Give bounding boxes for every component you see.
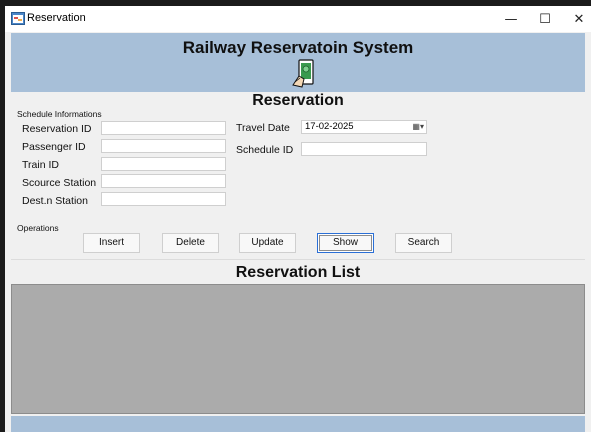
- reservation-id-input[interactable]: [101, 121, 226, 135]
- travel-date-value: 17-02-2025: [305, 121, 354, 132]
- reservation-list-grid[interactable]: [11, 284, 585, 414]
- source-station-label: Scource Station: [22, 177, 97, 189]
- train-id-label: Train ID: [22, 159, 59, 171]
- source-station-input[interactable]: [101, 174, 226, 188]
- schedule-group-label: Schedule Informations: [17, 109, 102, 119]
- app-title: Railway Reservatoin System: [182, 38, 414, 57]
- schedule-id-input[interactable]: [301, 142, 427, 156]
- passenger-id-label: Passenger ID: [22, 141, 86, 153]
- title-bar: Reservation — ☐ ✕: [5, 6, 591, 32]
- dest-station-label: Dest.n Station: [22, 195, 88, 207]
- reservation-section-title: Reservation: [252, 92, 344, 109]
- ticket-icon: [290, 59, 316, 94]
- passenger-id-input[interactable]: [101, 139, 226, 153]
- show-button[interactable]: Show: [317, 233, 374, 253]
- operations-group-label: Operations: [17, 223, 59, 233]
- calendar-dropdown-icon[interactable]: ▦▾: [412, 122, 424, 132]
- header-banner: Railway Reservatoin System: [11, 33, 585, 92]
- insert-button[interactable]: Insert: [83, 233, 140, 253]
- dest-station-input[interactable]: [101, 192, 226, 206]
- delete-button[interactable]: Delete: [162, 233, 219, 253]
- window-title: Reservation: [27, 12, 86, 24]
- app-form-icon: [11, 12, 25, 25]
- reservation-list-title: Reservation List: [235, 264, 361, 281]
- update-button[interactable]: Update: [239, 233, 296, 253]
- close-button[interactable]: ✕: [559, 6, 591, 32]
- reservation-id-label: Reservation ID: [22, 123, 92, 135]
- schedule-id-label: Schedule ID: [236, 144, 294, 156]
- divider: [11, 259, 585, 260]
- footer-strip: [11, 416, 585, 432]
- travel-date-label: Travel Date: [236, 122, 290, 134]
- travel-date-picker[interactable]: 17-02-2025 ▦▾: [301, 120, 427, 134]
- reservation-window: Reservation — ☐ ✕ Railway Reservatoin Sy…: [5, 6, 591, 432]
- search-button[interactable]: Search: [395, 233, 452, 253]
- train-id-input[interactable]: [101, 157, 226, 171]
